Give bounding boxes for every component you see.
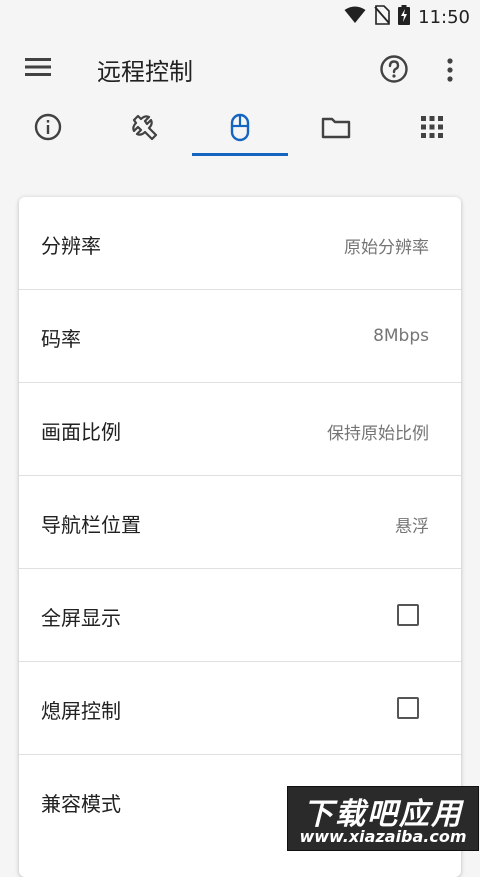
battery-charging-icon — [398, 5, 411, 29]
tab-apps[interactable] — [384, 106, 480, 156]
tab-tools[interactable] — [96, 106, 192, 156]
settings-card: 分辨率 原始分辨率 码率 8Mbps 画面比例 保持原始比例 导航栏位置 悬浮 … — [19, 197, 461, 877]
setting-value: 保持原始比例 — [327, 424, 429, 444]
setting-label: 熄屏控制 — [41, 699, 121, 723]
tab-info[interactable] — [0, 106, 96, 156]
setting-label: 分辨率 — [41, 234, 101, 258]
menu-icon — [25, 57, 51, 81]
setting-bitrate[interactable]: 码率 8Mbps — [19, 290, 461, 383]
setting-value: 8Mbps — [373, 326, 429, 346]
apps-grid-icon — [416, 106, 448, 156]
app-bar: 远程控制 — [0, 32, 480, 106]
status-time: 11:50 — [418, 6, 470, 28]
setting-navbar-position[interactable]: 导航栏位置 悬浮 — [19, 476, 461, 569]
screen-off-control-checkbox[interactable] — [397, 697, 419, 719]
setting-value: 原始分辨率 — [344, 238, 429, 258]
page-title: 远程控制 — [97, 58, 193, 86]
help-icon — [378, 55, 410, 89]
more-options-button[interactable] — [437, 54, 463, 86]
watermark-url: www.xiazaiba.com — [299, 827, 467, 846]
folder-icon — [320, 106, 352, 156]
setting-aspect-ratio[interactable]: 画面比例 保持原始比例 — [19, 383, 461, 476]
mouse-icon — [224, 106, 256, 156]
tab-bar — [0, 106, 480, 156]
setting-value: 悬浮 — [395, 517, 429, 537]
fullscreen-checkbox[interactable] — [397, 604, 419, 626]
help-button[interactable] — [378, 53, 410, 85]
setting-fullscreen[interactable]: 全屏显示 — [19, 569, 461, 662]
more-vert-icon — [437, 58, 463, 90]
setting-resolution[interactable]: 分辨率 原始分辨率 — [19, 197, 461, 290]
setting-label: 全屏显示 — [41, 606, 121, 630]
menu-button[interactable] — [20, 54, 56, 84]
no-sim-icon — [374, 5, 390, 29]
setting-label: 兼容模式 — [41, 792, 121, 816]
watermark-logo: 下载吧应用 www.xiazaiba.com — [287, 786, 479, 851]
tab-selected-indicator — [192, 153, 288, 156]
wrench-icon — [128, 106, 160, 156]
setting-label: 码率 — [41, 327, 81, 351]
setting-label: 画面比例 — [41, 420, 121, 444]
setting-label: 导航栏位置 — [41, 513, 141, 537]
wifi-icon — [344, 6, 366, 28]
info-icon — [32, 106, 64, 156]
status-bar: 11:50 — [0, 0, 480, 32]
tab-remote-control[interactable] — [192, 106, 288, 156]
setting-screen-off-control[interactable]: 熄屏控制 — [19, 662, 461, 755]
tab-files[interactable] — [288, 106, 384, 156]
